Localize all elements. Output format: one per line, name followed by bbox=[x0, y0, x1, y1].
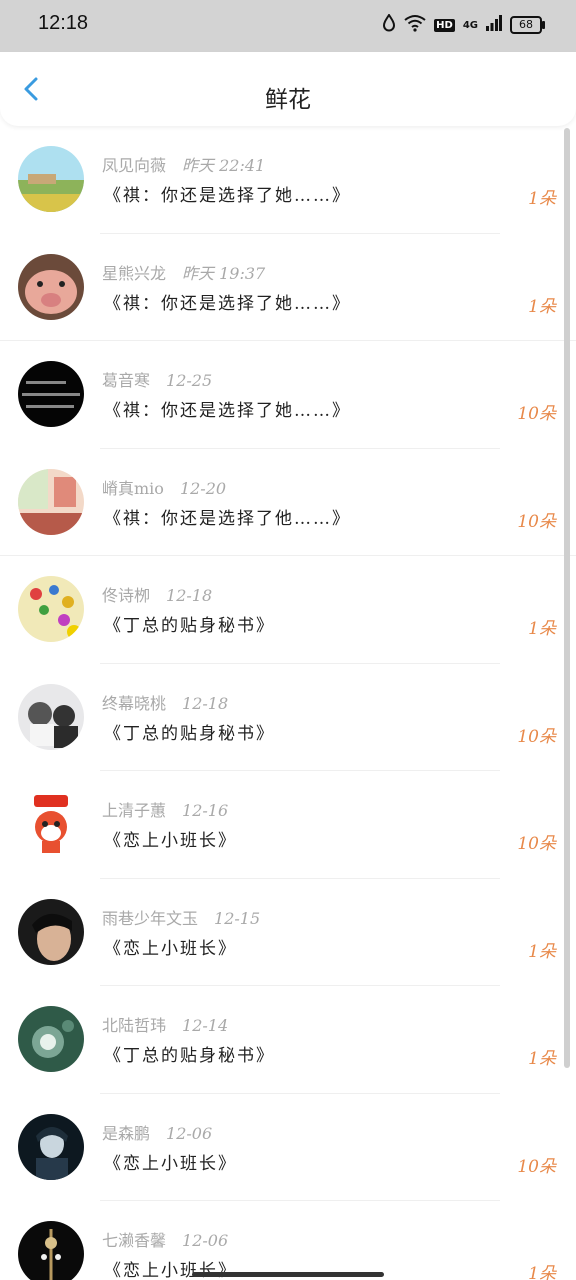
sender-name: 葛音寒 bbox=[102, 371, 151, 390]
scrollbar[interactable] bbox=[564, 128, 570, 1068]
sender-meta: 佟诗栁 12-18 bbox=[102, 582, 212, 606]
sent-time: 12-14 bbox=[182, 1016, 229, 1035]
sender-meta: 终幕晓桃 12-18 bbox=[102, 690, 228, 714]
flower-count: 10朵 bbox=[517, 404, 556, 424]
flower-count: 1朵 bbox=[528, 941, 556, 962]
sender-name: 上清子蕙 bbox=[102, 801, 167, 820]
avatar[interactable] bbox=[18, 468, 84, 535]
sent-time: 昨天 19:37 bbox=[182, 263, 266, 283]
sender-name: 终幕晓桃 bbox=[102, 693, 167, 713]
sender-meta: 嵴真mio 12-20 bbox=[102, 475, 226, 499]
sender-name: 凤见向薇 bbox=[102, 156, 167, 175]
book-title: 《祺：你还是选择了她……》 bbox=[104, 293, 351, 314]
avatar[interactable] bbox=[18, 253, 84, 320]
sent-time: 12-20 bbox=[179, 478, 227, 498]
list-item[interactable]: 终幕晓桃 12-18 《丁总的贴身秘书》 10朵 bbox=[0, 664, 576, 772]
sender-meta: 星熊兴龙 昨天 19:37 bbox=[102, 260, 265, 284]
flower-count: 1朵 bbox=[528, 1264, 556, 1280]
list-item[interactable]: 北陆哲玮 12-14 《丁总的贴身秘书》 1朵 bbox=[0, 986, 576, 1094]
list-item[interactable]: 葛音寒 12-25 《祺：你还是选择了她……》 10朵 bbox=[0, 341, 576, 449]
book-title: 《祺：你还是选择了她……》 bbox=[104, 186, 351, 206]
sender-name: 北陆哲玮 bbox=[102, 1016, 167, 1035]
sender-name: 是森鹏 bbox=[102, 1123, 151, 1143]
book-title: 《丁总的贴身秘书》 bbox=[104, 616, 275, 636]
avatar[interactable] bbox=[18, 146, 84, 212]
flower-count: 10朵 bbox=[517, 1156, 556, 1177]
list-item[interactable]: 星熊兴龙 昨天 19:37 《祺：你还是选择了她……》 1朵 bbox=[0, 234, 576, 342]
flower-count: 1朵 bbox=[528, 1049, 556, 1069]
sender-meta: 凤见向薇 昨天 22:41 bbox=[102, 152, 265, 176]
sent-time: 12-18 bbox=[182, 693, 229, 713]
status-icons: HD 4G 68 bbox=[382, 13, 545, 36]
book-title: 《丁总的贴身秘书》 bbox=[104, 723, 275, 744]
header: 鲜花 bbox=[0, 52, 576, 126]
flower-count: 10朵 bbox=[517, 834, 556, 854]
book-title: 《恋上小班长》 bbox=[104, 938, 237, 959]
sent-time: 12-18 bbox=[166, 586, 213, 605]
flower-count: 1朵 bbox=[528, 296, 556, 317]
flower-count: 1朵 bbox=[528, 189, 556, 209]
avatar[interactable] bbox=[18, 1113, 84, 1180]
sender-name: 雨巷少年文玉 bbox=[102, 908, 199, 928]
book-title: 《恋上小班长》 bbox=[104, 1153, 237, 1174]
sender-name: 嵴真mio bbox=[102, 478, 164, 498]
avatar[interactable] bbox=[18, 683, 84, 750]
sent-time: 昨天 22:41 bbox=[182, 156, 266, 175]
book-title: 《祺：你还是选择了他……》 bbox=[104, 508, 351, 529]
network-label: 4G bbox=[462, 19, 478, 31]
sender-meta: 雨巷少年文玉 12-15 bbox=[102, 905, 260, 929]
list-item[interactable]: 凤见向薇 昨天 22:41 《祺：你还是选择了她……》 1朵 bbox=[0, 126, 576, 234]
sent-time: 12-15 bbox=[214, 908, 261, 928]
gift-list: 凤见向薇 昨天 22:41 《祺：你还是选择了她……》 1朵 星熊兴龙 昨天 19:… bbox=[0, 126, 576, 1280]
flower-count: 1朵 bbox=[528, 619, 556, 639]
sender-meta: 葛音寒 12-25 bbox=[102, 367, 212, 391]
list-item[interactable]: 七濑香馨 12-06 《恋上小班长》 1朵 bbox=[0, 1201, 576, 1280]
list-item[interactable]: 嵴真mio 12-20 《祺：你还是选择了他……》 10朵 bbox=[0, 449, 576, 557]
book-title: 《丁总的贴身秘书》 bbox=[104, 1046, 275, 1066]
flower-count: 10朵 bbox=[517, 726, 556, 747]
avatar[interactable] bbox=[18, 1221, 84, 1280]
page-title: 鲜花 bbox=[265, 87, 311, 113]
flower-count: 10朵 bbox=[517, 511, 556, 532]
book-title: 《恋上小班长》 bbox=[104, 831, 237, 851]
sender-name: 七濑香馨 bbox=[102, 1231, 167, 1250]
list-item[interactable]: 上清子蕙 12-16 《恋上小班长》 10朵 bbox=[0, 771, 576, 879]
list-item[interactable]: 佟诗栁 12-18 《丁总的贴身秘书》 1朵 bbox=[0, 556, 576, 664]
sender-meta: 是森鹏 12-06 bbox=[102, 1120, 212, 1144]
status-bar: 12:18 HD 4G 68 bbox=[0, 0, 576, 52]
battery-icon: 68 bbox=[510, 16, 545, 34]
hd-icon: HD bbox=[434, 18, 455, 32]
sender-meta: 上清子蕙 12-16 bbox=[102, 797, 228, 821]
sender-name: 星熊兴龙 bbox=[102, 263, 167, 283]
sent-time: 12-06 bbox=[166, 1123, 213, 1143]
avatar[interactable] bbox=[18, 576, 84, 642]
sender-meta: 七濑香馨 12-06 bbox=[102, 1227, 228, 1251]
avatar[interactable] bbox=[18, 791, 84, 857]
sent-time: 12-25 bbox=[166, 371, 213, 390]
list-item[interactable]: 是森鹏 12-06 《恋上小班长》 10朵 bbox=[0, 1094, 576, 1202]
sender-name: 佟诗栁 bbox=[102, 586, 151, 605]
sender-meta: 北陆哲玮 12-14 bbox=[102, 1012, 228, 1036]
avatar[interactable] bbox=[18, 361, 84, 427]
avatar[interactable] bbox=[18, 1006, 84, 1072]
status-time: 12:18 bbox=[38, 12, 89, 34]
sent-time: 12-06 bbox=[182, 1231, 229, 1250]
list-item[interactable]: 雨巷少年文玉 12-15 《恋上小班长》 1朵 bbox=[0, 879, 576, 987]
signal-icon bbox=[486, 15, 502, 35]
wifi-icon bbox=[404, 14, 426, 36]
book-title: 《祺：你还是选择了她……》 bbox=[104, 401, 351, 421]
sent-time: 12-16 bbox=[182, 801, 229, 820]
droplet-icon bbox=[382, 13, 396, 36]
home-indicator[interactable] bbox=[192, 1272, 384, 1277]
avatar[interactable] bbox=[18, 898, 84, 965]
